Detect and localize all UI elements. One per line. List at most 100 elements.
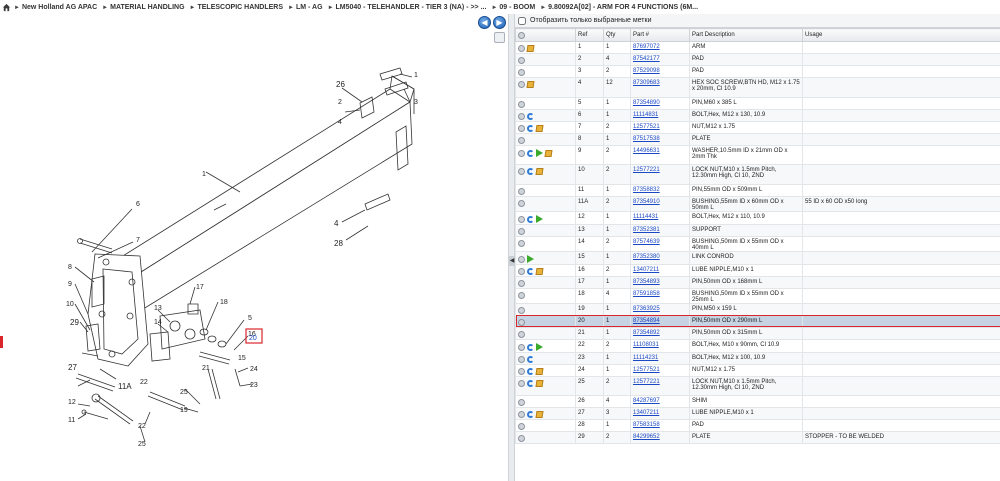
- table-row[interactable]: 12 1 11114431 BOLT,Hex, M12 x 110, 10.9: [515, 211, 1000, 225]
- cell-part-number-text[interactable]: 11114831: [633, 112, 658, 118]
- cell-part-number[interactable]: 87363925: [630, 303, 690, 316]
- row-actions[interactable]: [515, 407, 576, 420]
- rotate-icon[interactable]: [527, 215, 534, 223]
- cell-part-number-text[interactable]: 87352381: [633, 227, 660, 233]
- cell-part-number[interactable]: 12577521: [630, 121, 690, 134]
- cell-part-number-text[interactable]: 87352380: [633, 254, 660, 260]
- callout-25b[interactable]: 25: [138, 441, 146, 448]
- row-actions[interactable]: [515, 224, 576, 237]
- cell-part-number[interactable]: 84299652: [630, 431, 690, 444]
- gear-icon[interactable]: [518, 187, 525, 195]
- callout-1a[interactable]: 1: [414, 72, 418, 79]
- cell-part-number-text[interactable]: 87354910: [633, 199, 660, 205]
- callout-22[interactable]: 22: [140, 379, 148, 386]
- cell-part-number-text[interactable]: 87591858: [633, 291, 660, 297]
- table-row[interactable]: 25 2 12577221 LOCK NUT,M10 x 1.5mm Pitch, 1…: [515, 376, 1000, 396]
- table-row[interactable]: 3 2 87529098 PAD: [515, 65, 1000, 78]
- cell-part-number[interactable]: 87352381: [630, 224, 690, 237]
- callout-1[interactable]: 1: [202, 171, 206, 178]
- row-actions[interactable]: [515, 288, 576, 304]
- table-row[interactable]: 16 2 13407211 LUBE NIPPLE,M10 x 1: [515, 264, 1000, 277]
- callout-8[interactable]: 8: [68, 264, 72, 271]
- table-row[interactable]: 15 1 87352380 LINK CONROD: [515, 251, 1000, 265]
- cell-part-number[interactable]: 87517538: [630, 133, 690, 146]
- gear-icon[interactable]: [518, 168, 525, 175]
- table-row[interactable]: 8 1 87517538 PLATE: [515, 133, 1000, 146]
- cell-part-number[interactable]: 11108031: [630, 339, 690, 353]
- table-row[interactable]: 21 1 87354892 PIN,50mm OD x 315mm L: [515, 327, 1000, 340]
- row-actions[interactable]: [515, 77, 576, 98]
- cell-part-number-text[interactable]: 87358832: [633, 187, 660, 193]
- table-row[interactable]: 6 1 11114831 BOLT,Hex, M12 x 130, 10.9: [515, 109, 1000, 122]
- gear-icon[interactable]: [518, 411, 525, 418]
- callout-23[interactable]: 23: [250, 382, 258, 389]
- gear-icon[interactable]: [518, 255, 525, 263]
- gear-icon[interactable]: [518, 330, 525, 338]
- green-arrow-icon[interactable]: [536, 342, 543, 351]
- callout-29[interactable]: 29: [70, 318, 79, 327]
- breadcrumb-item-1[interactable]: ► New Holland AG APAC: [14, 4, 97, 11]
- cell-part-number[interactable]: 14496631: [630, 145, 690, 165]
- cell-part-number[interactable]: 87352380: [630, 251, 690, 265]
- callout-5[interactable]: 5: [248, 315, 252, 322]
- gear-icon[interactable]: [518, 199, 525, 207]
- row-actions[interactable]: [515, 41, 576, 54]
- cube-icon[interactable]: [535, 411, 544, 418]
- rotate-icon[interactable]: [527, 411, 534, 418]
- callout-4b[interactable]: 4: [334, 219, 339, 228]
- row-actions[interactable]: [515, 145, 576, 165]
- table-row[interactable]: 22 2 11108031 BOLT,Hex, M10 x 90mm, Cl 10.9: [515, 339, 1000, 353]
- callout-11[interactable]: 11: [68, 417, 75, 424]
- callout-19[interactable]: 19: [180, 407, 188, 414]
- callout-17[interactable]: 17: [196, 284, 204, 291]
- callout-2[interactable]: 2: [338, 99, 342, 106]
- cube-icon[interactable]: [526, 81, 535, 88]
- rotate-icon[interactable]: [527, 355, 534, 363]
- gear-icon[interactable]: [518, 306, 525, 314]
- gear-icon[interactable]: [518, 379, 525, 387]
- green-arrow-icon[interactable]: [527, 254, 534, 263]
- table-row[interactable]: 23 1 11114231 BOLT,Hex, M12 x 100, 10.9: [515, 352, 1000, 365]
- cell-part-number[interactable]: 87354893: [630, 276, 690, 289]
- cell-part-number[interactable]: 87542177: [630, 53, 690, 66]
- gear-icon[interactable]: [518, 124, 525, 132]
- cell-part-number-text[interactable]: 87363925: [633, 306, 660, 312]
- header-part[interactable]: Part #: [630, 28, 690, 42]
- gear-icon[interactable]: [518, 57, 525, 64]
- breadcrumb-item-4[interactable]: ► LM - AG: [288, 4, 323, 11]
- callout-13[interactable]: 13: [154, 305, 162, 312]
- rotate-icon[interactable]: [527, 149, 534, 157]
- cell-part-number-text[interactable]: 13407211: [633, 410, 659, 416]
- gear-icon[interactable]: [518, 112, 525, 120]
- row-actions[interactable]: [515, 376, 576, 396]
- cell-part-number-text[interactable]: 87697072: [633, 44, 660, 50]
- cell-part-number-text[interactable]: 11108031: [633, 342, 659, 348]
- header-ref[interactable]: Ref: [575, 28, 604, 42]
- row-actions[interactable]: [515, 184, 576, 197]
- table-row[interactable]: 26 4 84287697 SHIM: [515, 395, 1000, 408]
- cell-part-number-text[interactable]: 12577521: [633, 124, 660, 130]
- cell-part-number-text[interactable]: 87529098: [633, 68, 660, 74]
- rotate-icon[interactable]: [527, 168, 534, 175]
- cell-part-number-text[interactable]: 12577521: [633, 367, 660, 373]
- cell-part-number-text[interactable]: 12577221: [633, 167, 660, 173]
- cell-part-number-text[interactable]: 11114231: [633, 355, 658, 361]
- row-actions[interactable]: [515, 303, 576, 316]
- callout-27[interactable]: 27: [68, 363, 77, 372]
- callout-15[interactable]: 15: [238, 355, 246, 362]
- table-row[interactable]: 5 1 87354890 PIN,M60 x 385 L: [515, 97, 1000, 110]
- cell-part-number[interactable]: 87583158: [630, 419, 690, 432]
- gear-icon[interactable]: [518, 136, 525, 144]
- table-row[interactable]: 24 1 12577521 NUT,M12 x 1.75: [515, 364, 1000, 377]
- gear-icon[interactable]: [518, 343, 525, 351]
- header-actions[interactable]: [515, 28, 576, 42]
- table-row[interactable]: 1 1 87697072 ARM: [515, 41, 1000, 54]
- cell-part-number[interactable]: 87354892: [630, 327, 690, 340]
- row-actions[interactable]: [515, 65, 576, 78]
- cell-part-number-text[interactable]: 84299652: [633, 434, 660, 440]
- gear-icon[interactable]: [518, 227, 525, 235]
- gear-icon[interactable]: [518, 399, 525, 406]
- gear-icon[interactable]: [518, 291, 525, 299]
- gear-icon[interactable]: [518, 318, 525, 326]
- header-description[interactable]: Part Description: [689, 28, 803, 42]
